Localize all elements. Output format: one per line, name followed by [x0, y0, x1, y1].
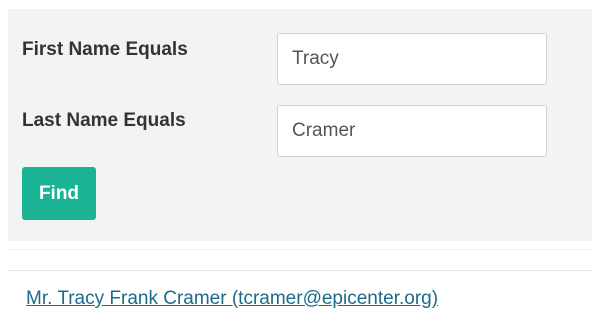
- last-name-input[interactable]: [277, 105, 547, 157]
- search-form-panel: First Name Equals Last Name Equals Find: [8, 9, 592, 241]
- first-name-label: First Name Equals: [22, 39, 188, 60]
- last-name-label: Last Name Equals: [22, 110, 186, 131]
- results-divider: [8, 270, 592, 271]
- result-link[interactable]: Mr. Tracy Frank Cramer (tcramer@epicente…: [26, 288, 438, 310]
- find-button[interactable]: Find: [22, 167, 96, 220]
- first-name-input[interactable]: [277, 33, 547, 85]
- results-panel: Mr. Tracy Frank Cramer (tcramer@epicente…: [8, 249, 592, 323]
